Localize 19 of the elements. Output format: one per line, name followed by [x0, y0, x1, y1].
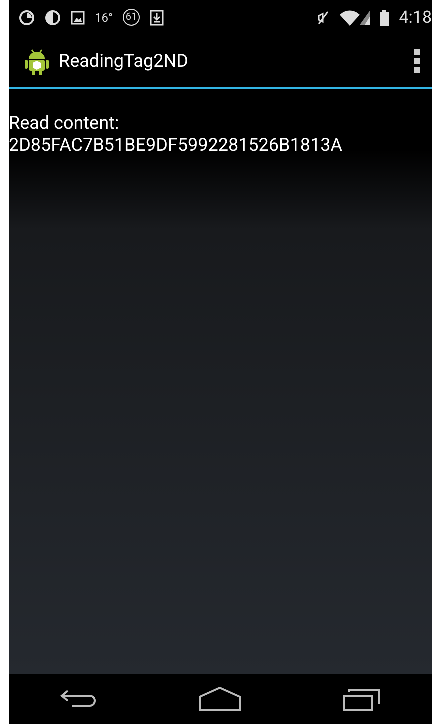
temperature-text: 16°	[95, 10, 113, 24]
image-icon	[71, 10, 85, 24]
recents-icon[interactable]	[343, 687, 382, 711]
wifi-icon	[340, 10, 360, 26]
clock-time: 4:18	[399, 8, 432, 28]
notification-badge: 61	[122, 9, 140, 26]
content-label: Read content:	[9, 113, 120, 135]
app-title: ReadingTag2ND	[59, 50, 190, 72]
battery-icon	[380, 10, 390, 26]
back-icon[interactable]	[60, 689, 98, 709]
muted-icon	[316, 10, 330, 26]
download-icon	[150, 10, 164, 26]
home-icon[interactable]	[199, 687, 242, 711]
content-value: 2D85FAC7B51BE9DF5992281526B1813A	[9, 135, 342, 157]
overflow-menu-icon[interactable]	[414, 49, 420, 73]
signal-icon	[360, 10, 370, 24]
clock-icon	[19, 10, 35, 26]
app-icon[interactable]	[25, 47, 49, 75]
moon-icon	[45, 10, 61, 26]
